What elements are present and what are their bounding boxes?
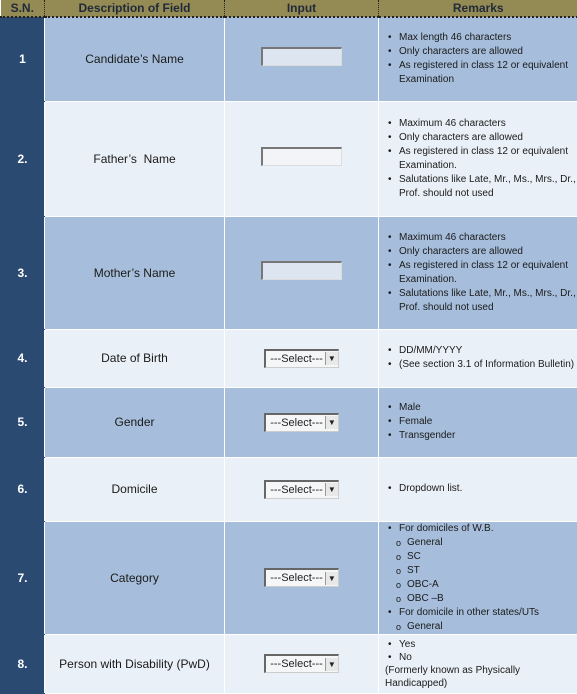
field-label: Gender (45, 387, 225, 457)
remarks: Maximum 46 characters Only characters ar… (379, 216, 577, 329)
remark-item: No (399, 651, 577, 664)
category-select[interactable]: ---Select---▼ (264, 568, 339, 587)
row-sn: 8. (1, 634, 45, 693)
remark-item: Salutations like Late, Mr., Ms., Mrs., D… (399, 287, 577, 315)
table-row: 2. Father’s Name Maximum 46 characters O… (1, 101, 577, 216)
remark-item: Transgender (399, 429, 577, 443)
remarks: Dropdown list. (379, 457, 577, 521)
remark-item: As registered in class 12 or equivalent … (399, 145, 577, 173)
row-sn: 1 (1, 17, 45, 101)
table-row: 5. Gender ---Select---▼ Male Female Tran… (1, 387, 577, 457)
remark-item: As registered in class 12 or equivalent … (399, 259, 577, 287)
remarks: Male Female Transgender (379, 387, 577, 457)
remark-item: (See section 3.1 of Information Bulletin… (399, 358, 577, 372)
remark-item: Maximum 46 characters (399, 117, 577, 131)
domicile-select[interactable]: ---Select---▼ (264, 480, 339, 499)
remark-item: For domiciles of W.B. (399, 522, 577, 536)
chevron-down-icon: ▼ (325, 352, 338, 365)
remark-item: For domicile in other states/UTs (399, 606, 577, 620)
date-of-birth-select[interactable]: ---Select---▼ (264, 349, 339, 368)
header-description: Description of Field (45, 0, 225, 17)
remark-subitem: OBC –B (407, 592, 577, 606)
remarks: For domiciles of W.B. General SC ST OBC-… (379, 521, 577, 634)
father-name-input[interactable] (261, 147, 342, 166)
chevron-down-icon: ▼ (325, 483, 338, 496)
remark-item: Only characters are allowed (399, 131, 577, 145)
remarks: DD/MM/YYYY (See section 3.1 of Informati… (379, 329, 577, 387)
header-input: Input (225, 0, 379, 17)
table-row: 1 Candidate’s Name Max length 46 charact… (1, 17, 577, 101)
remark-subitem: SC (407, 550, 577, 564)
field-label: Candidate’s Name (45, 17, 225, 101)
row-sn: 6. (1, 457, 45, 521)
remark-subitem: General (407, 536, 577, 550)
mother-name-input[interactable] (261, 261, 342, 280)
header-sn: S.N. (1, 0, 45, 17)
row-sn: 7. (1, 521, 45, 634)
header-remarks: Remarks (379, 0, 577, 17)
field-label: Category (45, 521, 225, 634)
field-label: Father’s Name (45, 101, 225, 216)
field-label: Mother’s Name (45, 216, 225, 329)
remark-item: Male (399, 401, 577, 415)
remark-item: Salutations like Late, Mr., Ms., Mrs., D… (399, 173, 577, 201)
remark-item: Max length 46 characters (399, 31, 577, 45)
remark-item: DD/MM/YYYY (399, 344, 577, 358)
remark-item: Only characters are allowed (399, 245, 577, 259)
remark-subitem: OBC-A (407, 578, 577, 592)
row-sn: 5. (1, 387, 45, 457)
field-label: Domicile (45, 457, 225, 521)
field-label: Date of Birth (45, 329, 225, 387)
remark-subitem: General (407, 620, 577, 634)
table-row: 4. Date of Birth ---Select---▼ DD/MM/YYY… (1, 329, 577, 387)
pwd-select[interactable]: ---Select---▼ (264, 654, 339, 673)
application-fields-table: S.N. Description of Field Input Remarks … (0, 0, 577, 694)
row-sn: 3. (1, 216, 45, 329)
remark-item: Dropdown list. (399, 482, 577, 496)
remark-item: Female (399, 415, 577, 429)
row-sn: 2. (1, 101, 45, 216)
remarks: Yes No (Formerly known as Physically Han… (379, 634, 577, 693)
remark-item: As registered in class 12 or equivalent … (399, 59, 577, 87)
remarks: Maximum 46 characters Only characters ar… (379, 101, 577, 216)
field-label: Person with Disability (PwD) (45, 634, 225, 693)
chevron-down-icon: ▼ (325, 416, 338, 429)
remarks: Max length 46 characters Only characters… (379, 17, 577, 101)
table-row: 6. Domicile ---Select---▼ Dropdown list. (1, 457, 577, 521)
chevron-down-icon: ▼ (325, 658, 338, 671)
row-sn: 4. (1, 329, 45, 387)
table-row: 3. Mother’s Name Maximum 46 characters O… (1, 216, 577, 329)
remark-item: Yes (399, 638, 577, 651)
table-row: 8. Person with Disability (PwD) ---Selec… (1, 634, 577, 693)
remark-subitem: ST (407, 564, 577, 578)
table-header: S.N. Description of Field Input Remarks (1, 0, 577, 17)
table-row: 7. Category ---Select---▼ For domiciles … (1, 521, 577, 634)
chevron-down-icon: ▼ (325, 572, 338, 585)
candidate-name-input[interactable] (261, 47, 342, 66)
remark-item: Maximum 46 characters (399, 231, 577, 245)
remark-item: Only characters are allowed (399, 45, 577, 59)
remark-note: (Formerly known as Physically Handicappe… (385, 664, 577, 690)
gender-select[interactable]: ---Select---▼ (264, 413, 339, 432)
